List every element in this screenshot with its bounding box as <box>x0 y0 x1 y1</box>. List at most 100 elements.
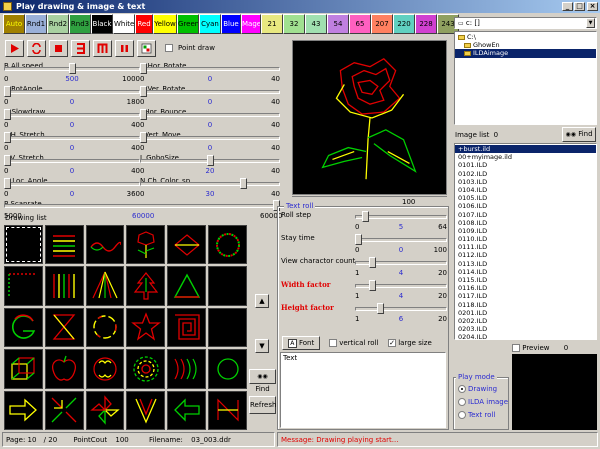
drawing-tile-12[interactable] <box>208 266 247 306</box>
close-button[interactable]: × <box>587 2 598 11</box>
slider-thumb[interactable] <box>4 86 11 97</box>
drawing-tile-3[interactable] <box>85 225 125 265</box>
scroll-up-button[interactable]: ▲ <box>255 294 269 308</box>
image-list-item[interactable]: 0105.ILD <box>455 194 596 202</box>
image-list-item[interactable]: 0201.ILD <box>455 309 596 317</box>
image-list-item[interactable]: 0101.ILD <box>455 161 596 169</box>
color-button-228[interactable]: 228 <box>415 14 437 34</box>
preview-checkbox[interactable] <box>512 344 520 352</box>
color-button-54[interactable]: 54 <box>327 14 349 34</box>
folder-item[interactable]: GhowEn <box>455 41 596 49</box>
slider-track[interactable] <box>4 90 140 94</box>
slider-track[interactable] <box>4 136 140 140</box>
loop-button[interactable] <box>27 39 46 57</box>
drawing-tile-16[interactable] <box>126 307 166 348</box>
play-mode-radio[interactable] <box>458 411 466 419</box>
drawing-tile-30[interactable] <box>208 390 247 430</box>
slider-thumb[interactable] <box>140 86 147 97</box>
slider-track[interactable] <box>355 238 447 242</box>
slider-track[interactable] <box>4 159 140 163</box>
refresh-button[interactable]: Refresh <box>249 396 276 414</box>
color-button-yellow[interactable]: Yellow <box>153 14 177 34</box>
drawing-tile-10[interactable] <box>126 266 166 306</box>
image-list-item[interactable]: 0114.ILD <box>455 268 596 276</box>
drawing-tile-20[interactable] <box>44 349 84 389</box>
drawing-tile-23[interactable] <box>167 349 207 389</box>
image-list-item[interactable]: 0113.ILD <box>455 260 596 268</box>
image-list-item[interactable]: 00+myimage.ild <box>455 153 596 161</box>
slider-track[interactable] <box>4 113 140 117</box>
slider-thumb[interactable] <box>239 178 247 189</box>
image-list-item[interactable]: 0115.ILD <box>455 276 596 284</box>
slider-thumb[interactable] <box>361 211 369 222</box>
scroll-down-button[interactable]: ▼ <box>255 339 269 353</box>
image-list-item[interactable]: 0203.ILD <box>455 325 596 333</box>
color-button-220[interactable]: 220 <box>393 14 415 34</box>
slider-thumb[interactable] <box>368 257 376 268</box>
slider-thumb[interactable] <box>377 303 385 314</box>
slider-thumb[interactable] <box>140 63 147 74</box>
drawing-tile-29[interactable] <box>167 390 207 430</box>
color-button-rnd2[interactable]: Rnd2 <box>47 14 69 34</box>
image-list-item[interactable]: 0107.ILD <box>455 211 596 219</box>
slider-thumb[interactable] <box>368 280 376 291</box>
color-button-43[interactable]: 43 <box>305 14 327 34</box>
color-button-32[interactable]: 32 <box>283 14 305 34</box>
pause-button[interactable] <box>115 39 134 57</box>
image-list-item[interactable]: 0202.ILD <box>455 317 596 325</box>
large-size-checkbox[interactable]: ✓ <box>388 339 396 347</box>
slider-track[interactable] <box>140 90 280 94</box>
drawing-tile-6[interactable] <box>208 225 247 265</box>
slider-track[interactable] <box>140 136 280 140</box>
drawing-tile-19[interactable] <box>4 349 43 389</box>
preview-slider[interactable] <box>292 196 447 199</box>
slider-thumb[interactable] <box>4 155 11 166</box>
image-list-item[interactable]: 0110.ILD <box>455 235 596 243</box>
color-button-rnd3[interactable]: Rnd3 <box>69 14 91 34</box>
play-mode-radio[interactable] <box>458 398 466 406</box>
drive-select[interactable]: ▭ c: [] ▼ <box>454 17 597 29</box>
color-button-auto[interactable]: Auto <box>3 14 25 34</box>
play-mode-option[interactable]: ILDA image <box>458 398 508 406</box>
drawing-find-button[interactable]: ◉◉ Find <box>249 369 276 393</box>
drawing-tile-18[interactable] <box>208 307 247 348</box>
drawing-tile-24[interactable] <box>208 349 247 389</box>
color-button-65[interactable]: 65 <box>349 14 371 34</box>
maximize-button[interactable]: □ <box>574 2 585 11</box>
play-button[interactable] <box>5 39 24 57</box>
font-button[interactable]: A Font <box>282 336 320 350</box>
drawing-tile-27[interactable] <box>85 390 125 430</box>
drawing-tile-7[interactable] <box>4 266 43 306</box>
slider-thumb[interactable] <box>4 132 11 143</box>
slider-track[interactable] <box>4 204 280 208</box>
play-mode-radio[interactable] <box>458 385 466 393</box>
folder-item[interactable]: C:\ <box>455 33 596 41</box>
color-button-21[interactable]: 21 <box>261 14 283 34</box>
drawing-tile-13[interactable] <box>4 307 43 348</box>
stop-button[interactable] <box>49 39 68 57</box>
mode-3-button[interactable] <box>71 39 90 57</box>
slider-track[interactable] <box>140 113 280 117</box>
minimize-button[interactable]: _ <box>562 2 573 11</box>
image-list-item[interactable]: 0104.ILD <box>455 186 596 194</box>
text-roll-input[interactable]: Text <box>280 352 446 428</box>
image-find-button[interactable]: ◉◉ Find <box>562 127 596 142</box>
slider-thumb[interactable] <box>140 132 147 143</box>
image-list-item[interactable]: 0109.ILD <box>455 227 596 235</box>
slider-thumb[interactable] <box>4 178 11 189</box>
drawing-tile-5[interactable] <box>167 225 207 265</box>
image-list-item[interactable]: 0118.ILD <box>455 301 596 309</box>
image-list-item[interactable]: 0117.ILD <box>455 292 596 300</box>
play-mode-option[interactable]: Drawing <box>458 385 497 393</box>
image-list-item[interactable]: 0111.ILD <box>455 243 596 251</box>
image-list-item[interactable]: 0112.ILD <box>455 251 596 259</box>
color-button-green[interactable]: Green <box>177 14 199 34</box>
slider-track[interactable] <box>140 182 280 186</box>
drawing-tile-9[interactable] <box>85 266 125 306</box>
slider-track[interactable] <box>355 215 447 219</box>
point-draw-checkbox[interactable] <box>165 44 173 52</box>
slider-thumb[interactable] <box>4 109 11 120</box>
slider-track[interactable] <box>140 67 280 71</box>
slider-thumb[interactable] <box>206 155 214 166</box>
folder-item[interactable]: ILDAimage <box>455 49 596 58</box>
